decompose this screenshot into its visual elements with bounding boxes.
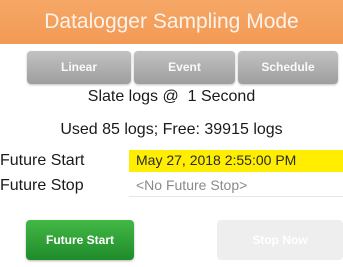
schedule-mode-button[interactable]: Schedule (238, 51, 338, 84)
stop-now-button[interactable]: Stop Now (217, 220, 343, 260)
linear-mode-button[interactable]: Linear (27, 51, 131, 84)
datalogger-sampling-screen: Datalogger Sampling Mode Linear Event Sc… (0, 0, 343, 267)
log-rate-text: Slate logs @ 1 Second (87, 88, 256, 105)
log-usage-text: Used 85 logs; Free: 39915 logs (60, 121, 283, 138)
future-start-value[interactable]: May 27, 2018 2:55:00 PM (136, 152, 296, 168)
future-stop-label: Future Stop (0, 177, 84, 194)
future-stop-value[interactable]: <No Future Stop> (136, 177, 247, 193)
future-start-button[interactable]: Future Start (26, 220, 134, 260)
future-start-label: Future Start (0, 152, 85, 169)
event-mode-button[interactable]: Event (134, 51, 235, 84)
page-title: Datalogger Sampling Mode (0, 0, 343, 44)
